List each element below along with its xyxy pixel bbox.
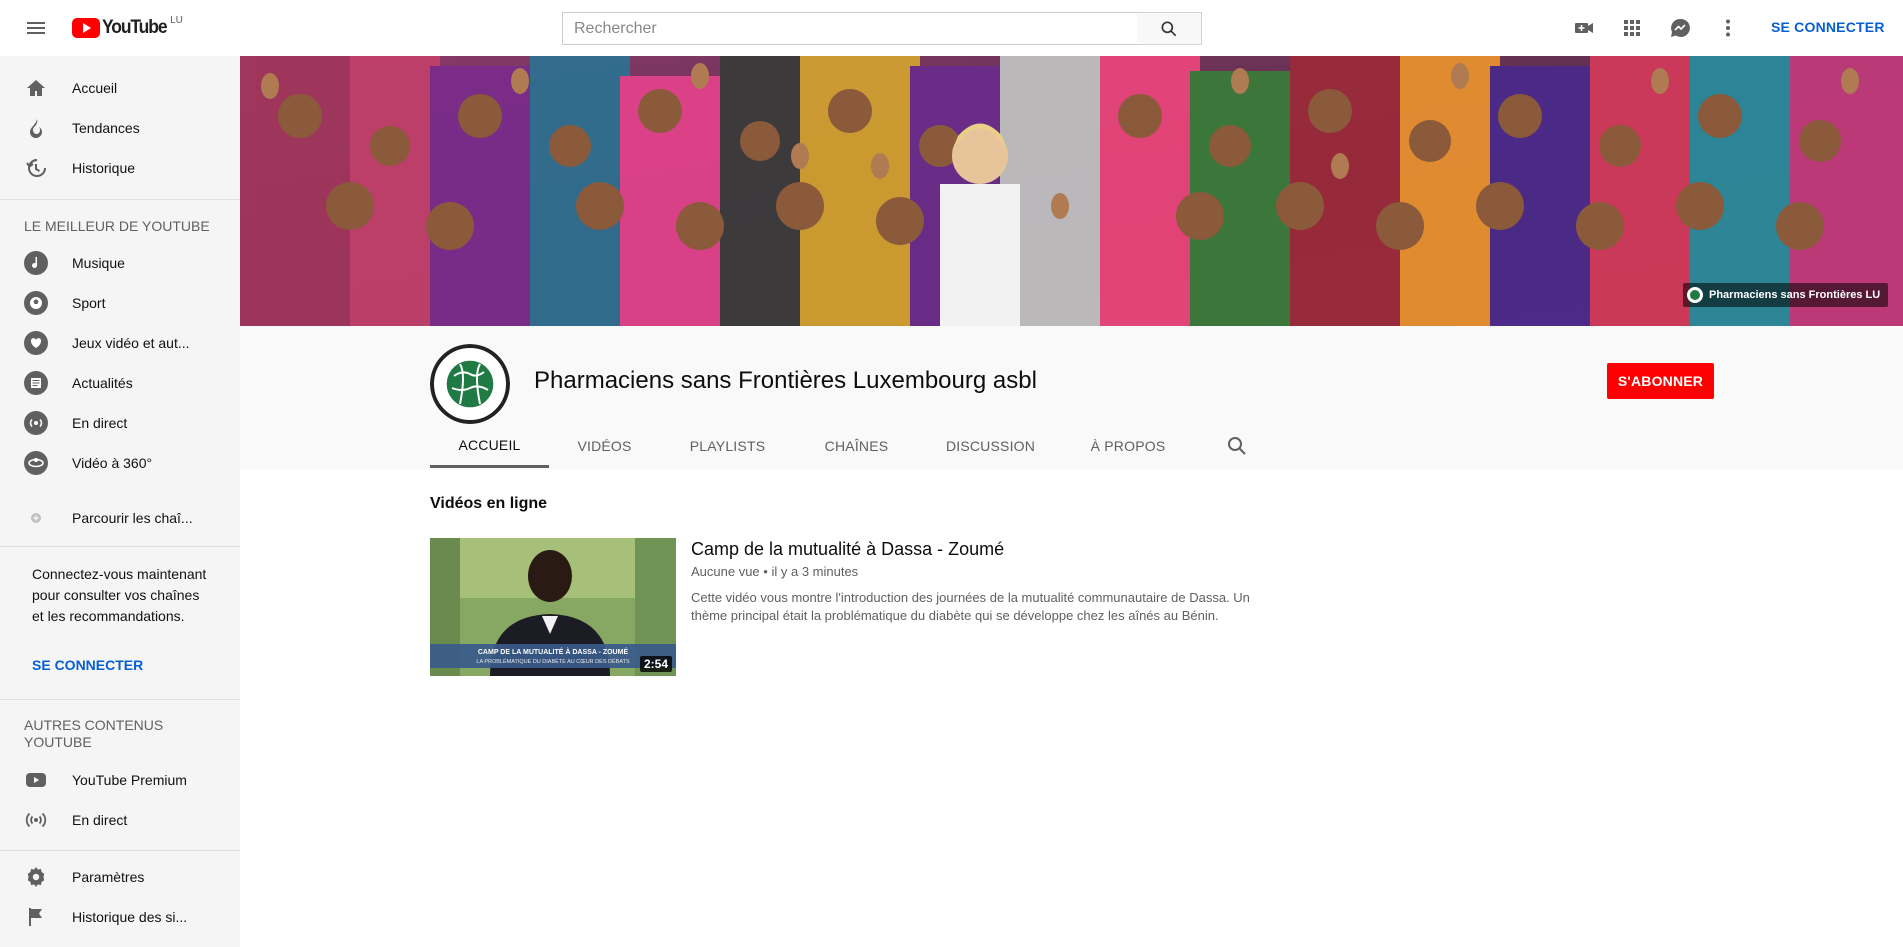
youtube-play-icon <box>72 18 100 38</box>
sidebar-divider <box>0 699 240 700</box>
video-duration: 2:54 <box>639 656 672 672</box>
sidebar-item-label: Actualités <box>72 375 133 391</box>
flag-icon <box>24 905 48 929</box>
sidebar-item-premium[interactable]: YouTube Premium <box>0 760 240 800</box>
sidebar-divider <box>0 850 240 851</box>
search-box <box>562 12 1138 45</box>
channel-search-icon[interactable] <box>1225 434 1249 458</box>
news-icon <box>24 371 48 395</box>
signin-prompt: Connectez-vous maintenant pour consulter… <box>32 566 207 624</box>
sidebar-divider <box>0 199 240 200</box>
menu-icon[interactable] <box>24 16 48 40</box>
360-icon <box>24 451 48 475</box>
youtube-premium-icon <box>24 768 48 792</box>
thumbnail-caption-1: CAMP DE LA MUTUALITÉ À DASSA - ZOUMÉ <box>478 647 629 656</box>
sidebar-item-label: Jeux vidéo et aut... <box>72 335 190 351</box>
channel-mini-logo <box>1687 287 1703 303</box>
sidebar-item-360[interactable]: Vidéo à 360° <box>0 443 240 483</box>
messages-icon[interactable] <box>1668 16 1692 40</box>
sport-icon <box>24 291 48 315</box>
subscribe-button[interactable]: S'ABONNER <box>1607 363 1714 399</box>
sidebar-item-live-broadcast[interactable]: En direct <box>0 800 240 840</box>
sidebar-item-label: En direct <box>72 415 128 431</box>
tab-home[interactable]: ACCUEIL <box>430 424 549 468</box>
youtube-logo[interactable]: YouTube LU <box>72 15 183 39</box>
live-icon <box>24 411 48 435</box>
sidebar-item-label: Paramètres <box>72 869 145 885</box>
sidebar-item-label: En direct <box>72 812 128 828</box>
sidebar-item-news[interactable]: Actualités <box>0 363 240 403</box>
meta-separator: • <box>763 564 768 579</box>
sidebar-item-music[interactable]: Musique <box>0 243 240 283</box>
sidebar-signin-link[interactable]: SE CONNECTER <box>32 657 143 673</box>
sidebar-heading-best: LE MEILLEUR DE YOUTUBE <box>24 218 210 234</box>
channel-banner <box>240 56 1903 326</box>
sidebar-item-label: Musique <box>72 255 125 271</box>
section-title[interactable]: Vidéos en ligne <box>430 495 547 513</box>
sidebar-divider <box>0 546 240 547</box>
video-views: Aucune vue <box>691 564 760 579</box>
video-metadata: Aucune vue • il y a 3 minutes <box>691 564 858 579</box>
sidebar-item-report-history[interactable]: Historique des si... <box>0 897 240 937</box>
create-video-icon[interactable] <box>1572 16 1596 40</box>
video-description: Cette vidéo vous montre l'introduction d… <box>691 590 1250 623</box>
sidebar-item-label: YouTube Premium <box>72 772 187 788</box>
sidebar-item-label: Sport <box>72 295 106 311</box>
tab-playlists[interactable]: PLAYLISTS <box>660 424 795 468</box>
thumbnail-caption-2: LA PROBLÉMATIQUE DU DIABÈTE AU CŒUR DES … <box>476 658 630 665</box>
sidebar-item-live[interactable]: En direct <box>0 403 240 443</box>
sidebar-item-label: Historique <box>72 160 136 176</box>
masthead: YouTube LU SE CONNECTER <box>0 0 1903 56</box>
signin-button[interactable]: SE CONNECTER <box>1771 19 1885 35</box>
video-title[interactable]: Camp de la mutualité à Dassa - Zoumé <box>691 539 1004 560</box>
home-icon <box>24 76 48 100</box>
sidebar-item-label: Historique des si... <box>72 909 188 925</box>
sidebar-item-history[interactable]: Historique <box>0 148 240 188</box>
banner-credit-text: Pharmaciens sans Frontières LU <box>1709 289 1881 301</box>
tab-channels[interactable]: CHAÎNES <box>795 424 918 468</box>
gear-icon <box>24 865 48 889</box>
sidebar-item-label: Tendances <box>72 120 140 136</box>
tab-videos[interactable]: VIDÉOS <box>549 424 660 468</box>
sidebar-item-settings[interactable]: Paramètres <box>0 857 240 897</box>
logo-text: YouTube <box>102 17 168 38</box>
gaming-icon <box>24 331 48 355</box>
globe-logo-icon <box>430 344 510 424</box>
video-age: il y a 3 minutes <box>771 564 859 579</box>
sidebar-item-sport[interactable]: Sport <box>0 283 240 323</box>
banner-channel-link[interactable]: Pharmaciens sans Frontières LU <box>1683 283 1889 307</box>
video-thumbnail[interactable]: CAMP DE LA MUTUALITÉ À DASSA - ZOUMÉ LA … <box>430 538 676 676</box>
sidebar-heading-more: AUTRES CONTENUS YOUTUBE <box>24 717 164 750</box>
sidebar-item-gaming[interactable]: Jeux vidéo et aut... <box>0 323 240 363</box>
channel-avatar[interactable] <box>430 344 510 424</box>
tab-discussion[interactable]: DISCUSSION <box>918 424 1063 468</box>
broadcast-icon <box>24 808 48 832</box>
flame-icon <box>24 116 48 140</box>
tab-about[interactable]: À PROPOS <box>1063 424 1193 468</box>
search-input[interactable] <box>563 13 1138 44</box>
sidebar-item-label: Accueil <box>72 80 118 96</box>
country-code: LU <box>170 15 183 26</box>
more-options-icon[interactable] <box>1716 16 1740 40</box>
plus-circle-icon <box>24 506 48 530</box>
channel-title: Pharmaciens sans Frontières Luxembourg a… <box>534 367 1037 394</box>
search-icon <box>1159 19 1179 39</box>
sidebar-item-home[interactable]: Accueil <box>0 68 240 108</box>
music-icon <box>24 251 48 275</box>
search-button[interactable] <box>1137 12 1202 45</box>
apps-grid-icon[interactable] <box>1620 16 1644 40</box>
sidebar-item-label: Parcourir les chaî... <box>72 510 193 526</box>
sidebar-item-label: Vidéo à 360° <box>72 455 153 471</box>
sidebar-item-browse-channels[interactable]: Parcourir les chaî... <box>0 498 240 538</box>
thumbnail-image: CAMP DE LA MUTUALITÉ À DASSA - ZOUMÉ LA … <box>430 538 676 676</box>
history-icon <box>24 156 48 180</box>
sidebar-item-trending[interactable]: Tendances <box>0 108 240 148</box>
banner-image <box>240 56 1903 326</box>
